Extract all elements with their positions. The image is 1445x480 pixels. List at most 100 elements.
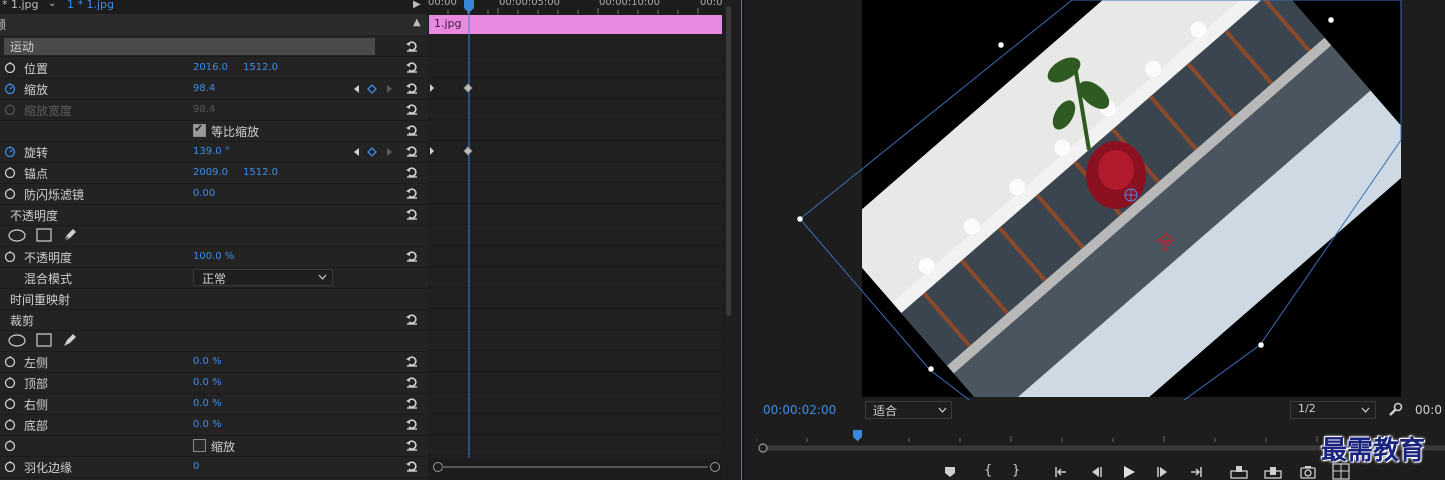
reset-icon[interactable] <box>405 396 419 410</box>
crop-top-value[interactable]: 0.0 % <box>193 377 222 388</box>
position-x-value[interactable]: 2016.0 <box>193 62 228 73</box>
reset-icon[interactable] <box>405 144 419 158</box>
marker-icon[interactable] <box>944 466 956 478</box>
crop-left-value[interactable]: 0.0 % <box>193 356 222 367</box>
position-y-value[interactable]: 1512.0 <box>243 62 278 73</box>
crop-right-label: 右侧 <box>24 398 49 412</box>
rotation-row: 旋转 139.0 ° <box>0 141 428 163</box>
vertical-scrollbar[interactable] <box>722 0 740 480</box>
pen-mask-icon[interactable] <box>62 227 78 243</box>
blend-mode-dropdown[interactable]: 正常 <box>193 269 333 286</box>
video-canvas[interactable]: 风 <box>744 0 1445 400</box>
reset-icon[interactable] <box>405 438 419 452</box>
scroll-track <box>442 466 708 468</box>
horizontal-scrollbar[interactable] <box>428 458 724 480</box>
camera-icon[interactable] <box>1300 465 1316 479</box>
crop-zoom-row: 缩放 <box>0 435 428 457</box>
playhead-timecode[interactable]: 00:00:02:00 <box>763 403 836 417</box>
scale-label: 缩放 <box>24 83 49 97</box>
keyframe-markers[interactable] <box>428 80 488 160</box>
chevron-down-icon[interactable]: ⌄ <box>48 0 56 9</box>
reset-icon[interactable] <box>405 186 419 200</box>
reset-icon[interactable] <box>405 39 419 53</box>
pen-mask-icon[interactable] <box>62 332 78 348</box>
anti-flicker-row: 防闪烁滤镜 0.00 <box>0 183 428 205</box>
opacity-mask-tools-row <box>0 225 428 247</box>
reset-icon[interactable] <box>405 354 419 368</box>
anti-flicker-value[interactable]: 0.00 <box>193 188 215 199</box>
time-remap-section[interactable]: 时间重映射 <box>0 288 428 310</box>
feather-value[interactable]: 0 <box>193 461 199 472</box>
stopwatch-icon[interactable] <box>4 166 16 178</box>
stopwatch-icon[interactable] <box>4 355 16 367</box>
effect-timeline[interactable]: 00:00 00:00:05:00 00:00:10:00 00:0 1.jpg <box>428 0 724 480</box>
watermark-logo: 最需教育 <box>1321 436 1426 466</box>
stopwatch-active-icon[interactable] <box>4 82 16 94</box>
anchor-y-value[interactable]: 1512.0 <box>243 167 278 178</box>
stopwatch-icon[interactable] <box>4 376 16 388</box>
go-to-out-icon[interactable] <box>1189 466 1203 478</box>
stopwatch-icon[interactable] <box>4 460 16 472</box>
anchor-label: 锚点 <box>24 167 49 181</box>
crop-bottom-value[interactable]: 0.0 % <box>193 419 222 430</box>
resolution-dropdown[interactable]: 1/2 <box>1290 401 1376 419</box>
fit-dropdown[interactable]: 适合 <box>865 401 952 419</box>
reset-icon[interactable] <box>405 60 419 74</box>
reset-icon[interactable] <box>405 165 419 179</box>
scale-value[interactable]: 98.4 <box>193 83 215 94</box>
keyframe-navigator[interactable] <box>353 146 395 158</box>
reset-icon[interactable] <box>405 375 419 389</box>
tab-source-clip[interactable]: * 1.jpg <box>2 0 39 11</box>
stopwatch-disabled-icon <box>4 104 16 115</box>
step-forward-icon[interactable] <box>1156 466 1170 478</box>
reset-icon[interactable] <box>405 123 419 137</box>
reset-icon[interactable] <box>405 312 419 326</box>
insert-icon[interactable] <box>1230 465 1248 479</box>
scale-width-value: 98.4 <box>193 104 216 115</box>
stopwatch-icon[interactable] <box>4 61 16 73</box>
effect-controls-panel: * 1.jpg ⌄ 1 * 1.jpg ▶ 频 ▲ 运动 位置 2016.0 1… <box>0 0 428 480</box>
step-back-icon[interactable] <box>1089 466 1103 478</box>
crop-right-value[interactable]: 0.0 % <box>193 398 222 409</box>
rotation-value[interactable]: 139.0 ° <box>193 146 230 157</box>
stopwatch-icon[interactable] <box>4 418 16 430</box>
reset-icon[interactable] <box>405 459 419 473</box>
mark-out-icon[interactable]: } <box>1012 463 1020 478</box>
scroll-handle-right[interactable] <box>710 462 720 472</box>
reset-icon[interactable] <box>405 102 419 116</box>
anchor-x-value[interactable]: 2009.0 <box>193 167 228 178</box>
stopwatch-active-icon[interactable] <box>4 145 16 157</box>
reset-icon[interactable] <box>405 81 419 95</box>
stopwatch-icon[interactable] <box>4 397 16 409</box>
wrench-icon[interactable] <box>1388 402 1403 417</box>
ellipse-mask-icon[interactable] <box>8 334 26 347</box>
triangle-right-icon[interactable]: ▶ <box>413 0 421 10</box>
stopwatch-icon[interactable] <box>4 250 16 262</box>
opacity-section[interactable]: 不透明度 <box>0 204 428 226</box>
reset-icon[interactable] <box>405 417 419 431</box>
stopwatch-icon[interactable] <box>4 439 16 451</box>
keyframe-navigator[interactable] <box>353 83 395 95</box>
crop-zoom-checkbox[interactable] <box>193 439 206 452</box>
collapse-up-icon[interactable]: ▲ <box>413 17 421 28</box>
go-to-in-icon[interactable] <box>1054 466 1068 478</box>
opacity-value[interactable]: 100.0 % <box>193 251 234 262</box>
scroll-thumb[interactable] <box>726 6 731 316</box>
ellipse-mask-icon[interactable] <box>8 229 26 242</box>
motion-section[interactable]: 运动 <box>0 36 428 57</box>
overwrite-icon[interactable] <box>1264 465 1282 479</box>
reset-icon[interactable] <box>405 207 419 221</box>
ruler-label: 00:0 <box>700 0 723 8</box>
rectangle-mask-icon[interactable] <box>36 228 52 242</box>
mark-in-icon[interactable]: { <box>984 463 992 478</box>
play-icon[interactable] <box>1122 465 1136 479</box>
anti-flicker-label: 防闪烁滤镜 <box>24 188 85 202</box>
motion-section-bar <box>4 38 375 55</box>
tab-sequence-clip[interactable]: 1 * 1.jpg <box>67 0 114 11</box>
stopwatch-icon[interactable] <box>4 187 16 199</box>
crop-section[interactable]: 裁剪 <box>0 309 428 331</box>
rectangle-mask-icon[interactable] <box>36 333 52 347</box>
playhead[interactable] <box>464 0 475 460</box>
reset-icon[interactable] <box>405 249 419 263</box>
duration-timecode: 00:0 <box>1415 403 1442 417</box>
